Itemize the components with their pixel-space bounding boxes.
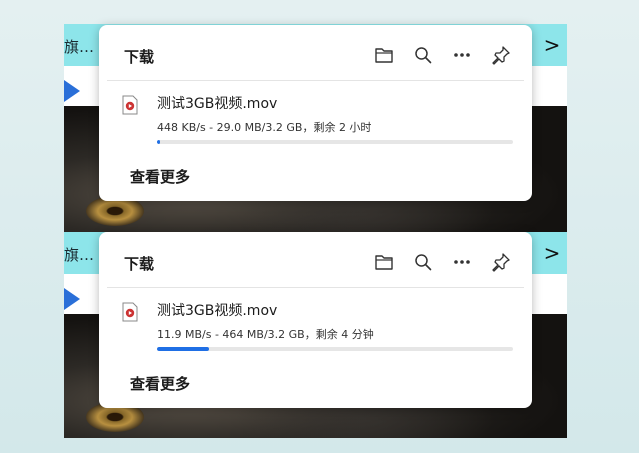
video-file-icon: [122, 95, 138, 115]
tab-title[interactable]: 旗…: [64, 36, 94, 57]
downloads-header: 下载: [99, 232, 532, 288]
progress-fill: [157, 140, 161, 144]
file-name[interactable]: 测试3GB视频.mov: [157, 300, 277, 320]
more-icon[interactable]: [451, 251, 473, 273]
progress-bar: [157, 140, 513, 144]
download-item[interactable]: 测试3GB视频.mov 448 KB/s - 29.0 MB/3.2 GB，剩余…: [99, 81, 532, 155]
search-icon[interactable]: [412, 251, 434, 273]
progress-bar: [157, 347, 513, 351]
site-icon: [64, 288, 80, 310]
progress-fill: [157, 347, 209, 351]
downloads-panel: 下载 测试3GB视频.mov 11.9 MB/s - 464 MB/3.2 GB…: [99, 232, 532, 408]
pin-icon[interactable]: [490, 44, 512, 66]
download-item[interactable]: 测试3GB视频.mov 11.9 MB/s - 464 MB/3.2 GB，剩余…: [99, 288, 532, 362]
downloads-panel: 下载 测试3GB视频.mov 448 KB/s - 29.0 MB/3.2 GB…: [99, 25, 532, 201]
site-icon: [64, 80, 80, 102]
see-more-link[interactable]: 查看更多: [130, 166, 190, 187]
panel-title: 下载: [124, 255, 155, 273]
chevron-right-icon[interactable]: >: [537, 24, 567, 66]
tab-title[interactable]: 旗…: [64, 244, 94, 265]
download-status: 448 KB/s - 29.0 MB/3.2 GB，剩余 2 小时: [157, 121, 372, 134]
see-more-link[interactable]: 查看更多: [130, 373, 190, 394]
file-name[interactable]: 测试3GB视频.mov: [157, 93, 277, 113]
folder-icon[interactable]: [373, 44, 395, 66]
video-file-icon: [122, 302, 138, 322]
more-icon[interactable]: [451, 44, 473, 66]
search-icon[interactable]: [412, 44, 434, 66]
downloads-header: 下载: [99, 25, 532, 81]
folder-icon[interactable]: [373, 251, 395, 273]
pin-icon[interactable]: [490, 251, 512, 273]
panel-title: 下载: [124, 48, 155, 66]
download-status: 11.9 MB/s - 464 MB/3.2 GB，剩余 4 分钟: [157, 328, 374, 341]
chevron-right-icon[interactable]: >: [537, 232, 567, 274]
